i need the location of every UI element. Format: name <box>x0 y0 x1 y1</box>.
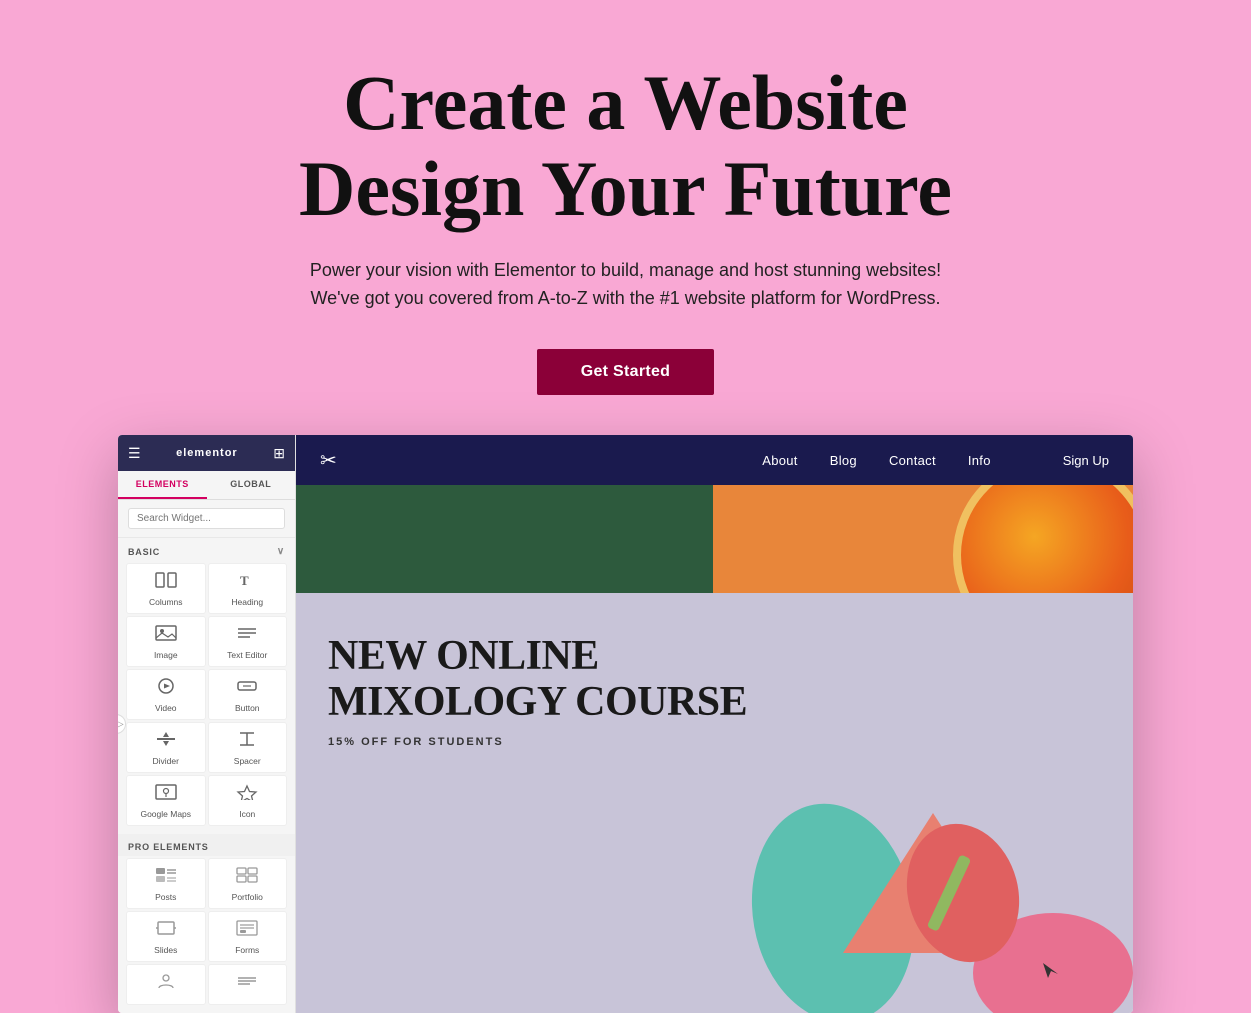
google-maps-icon <box>155 784 177 805</box>
grid-icon[interactable]: ⊞ <box>273 445 285 462</box>
chevron-down-icon: ∨ <box>277 546 285 557</box>
text-editor-icon <box>236 625 258 646</box>
nav-link-about[interactable]: About <box>762 453 797 468</box>
widget-divider[interactable]: Divider <box>126 722 206 773</box>
preview-nav-links: About Blog Contact Info Sign Up <box>762 453 1109 468</box>
nav-signup[interactable]: Sign Up <box>1063 453 1109 468</box>
hero-title: Create a Website Design Your Future <box>20 60 1231 232</box>
preview-bottom-section: NEW ONLINE MIXOLOGY COURSE 15% OFF FOR S… <box>296 593 1133 1013</box>
preview-logo-icon: ✂ <box>320 448 337 473</box>
widget-portfolio[interactable]: Portfolio <box>208 858 288 909</box>
login-icon <box>155 973 177 994</box>
sidebar-header: ☰ elementor ⊞ <box>118 435 295 471</box>
widget-button[interactable]: Button <box>208 669 288 720</box>
orange-circle-decoration <box>953 485 1133 593</box>
elementor-logo: elementor <box>176 447 238 459</box>
button-icon <box>236 678 258 699</box>
sidebar-tabs: ELEMENTS GLOBAL <box>118 471 295 500</box>
widget-video[interactable]: Video <box>126 669 206 720</box>
widget-portfolio-label: Portfolio <box>232 892 263 902</box>
widget-image-label: Image <box>154 650 178 660</box>
widget-login[interactable] <box>126 964 206 1005</box>
widget-google-maps-label: Google Maps <box>140 809 191 819</box>
widget-slides-label: Slides <box>154 945 177 955</box>
icon-widget-icon <box>236 784 258 805</box>
widget-columns[interactable]: Columns <box>126 563 206 614</box>
nav-link-contact[interactable]: Contact <box>889 453 936 468</box>
search-input[interactable] <box>128 508 285 529</box>
website-preview: ✂ About Blog Contact Info Sign Up NEW ON… <box>296 435 1133 1013</box>
forms-icon <box>236 920 258 941</box>
widget-columns-label: Columns <box>149 597 183 607</box>
cta-button[interactable]: Get Started <box>537 349 715 395</box>
preview-nav: ✂ About Blog Contact Info Sign Up <box>296 435 1133 485</box>
widget-icon-label: Icon <box>239 809 255 819</box>
widget-spacer-label: Spacer <box>234 756 261 766</box>
widget-text-editor[interactable]: Text Editor <box>208 616 288 667</box>
widget-image[interactable]: Image <box>126 616 206 667</box>
elementor-sidebar: ☰ elementor ⊞ ELEMENTS GLOBAL BASIC ∨ Co… <box>118 435 296 1013</box>
nav-icon <box>236 973 258 994</box>
svg-text:T: T <box>240 573 249 588</box>
preview-orange-section <box>713 485 1133 593</box>
pro-widgets-grid: Posts Portfolio Slides For <box>118 856 295 1013</box>
widget-forms[interactable]: Forms <box>208 911 288 962</box>
widget-nav[interactable] <box>208 964 288 1005</box>
widget-heading-label: Heading <box>231 597 263 607</box>
pro-section-title: PRO ELEMENTS <box>118 834 295 856</box>
widget-google-maps[interactable]: Google Maps <box>126 775 206 826</box>
widget-slides[interactable]: Slides <box>126 911 206 962</box>
preview-window: ☰ elementor ⊞ ELEMENTS GLOBAL BASIC ∨ Co… <box>118 435 1133 1013</box>
widget-button-label: Button <box>235 703 260 713</box>
widget-posts-label: Posts <box>155 892 176 902</box>
preview-content: NEW ONLINE MIXOLOGY COURSE 15% OFF FOR S… <box>296 485 1133 1013</box>
hero-section: Create a Website Design Your Future Powe… <box>0 0 1251 435</box>
widget-heading[interactable]: T Heading <box>208 563 288 614</box>
widget-posts[interactable]: Posts <box>126 858 206 909</box>
spacer-icon <box>236 731 258 752</box>
decorative-shapes <box>633 713 1133 1013</box>
tab-global[interactable]: GLOBAL <box>207 471 296 499</box>
hamburger-icon[interactable]: ☰ <box>128 445 141 462</box>
portfolio-icon <box>236 867 258 888</box>
divider-icon <box>155 731 177 752</box>
preview-top-section <box>296 485 1133 593</box>
posts-icon <box>155 867 177 888</box>
nav-link-blog[interactable]: Blog <box>830 453 857 468</box>
basic-widgets-grid: Columns T Heading Image Tex <box>118 561 295 834</box>
video-icon <box>155 678 177 699</box>
basic-section-title: BASIC ∨ <box>118 538 295 561</box>
preview-green-section <box>296 485 713 593</box>
slides-icon <box>155 920 177 941</box>
widget-text-editor-label: Text Editor <box>227 650 267 660</box>
widget-forms-label: Forms <box>235 945 259 955</box>
widget-icon[interactable]: Icon <box>208 775 288 826</box>
hero-subtitle: Power your vision with Elementor to buil… <box>266 256 986 314</box>
sidebar-search <box>118 500 295 538</box>
course-title: NEW ONLINE MIXOLOGY COURSE <box>328 633 1101 725</box>
image-icon <box>155 625 177 646</box>
widget-video-label: Video <box>155 703 177 713</box>
tab-elements[interactable]: ELEMENTS <box>118 471 207 499</box>
widget-divider-label: Divider <box>153 756 179 766</box>
columns-icon <box>155 572 177 593</box>
widget-spacer[interactable]: Spacer <box>208 722 288 773</box>
heading-icon: T <box>236 572 258 593</box>
nav-link-info[interactable]: Info <box>968 453 991 468</box>
